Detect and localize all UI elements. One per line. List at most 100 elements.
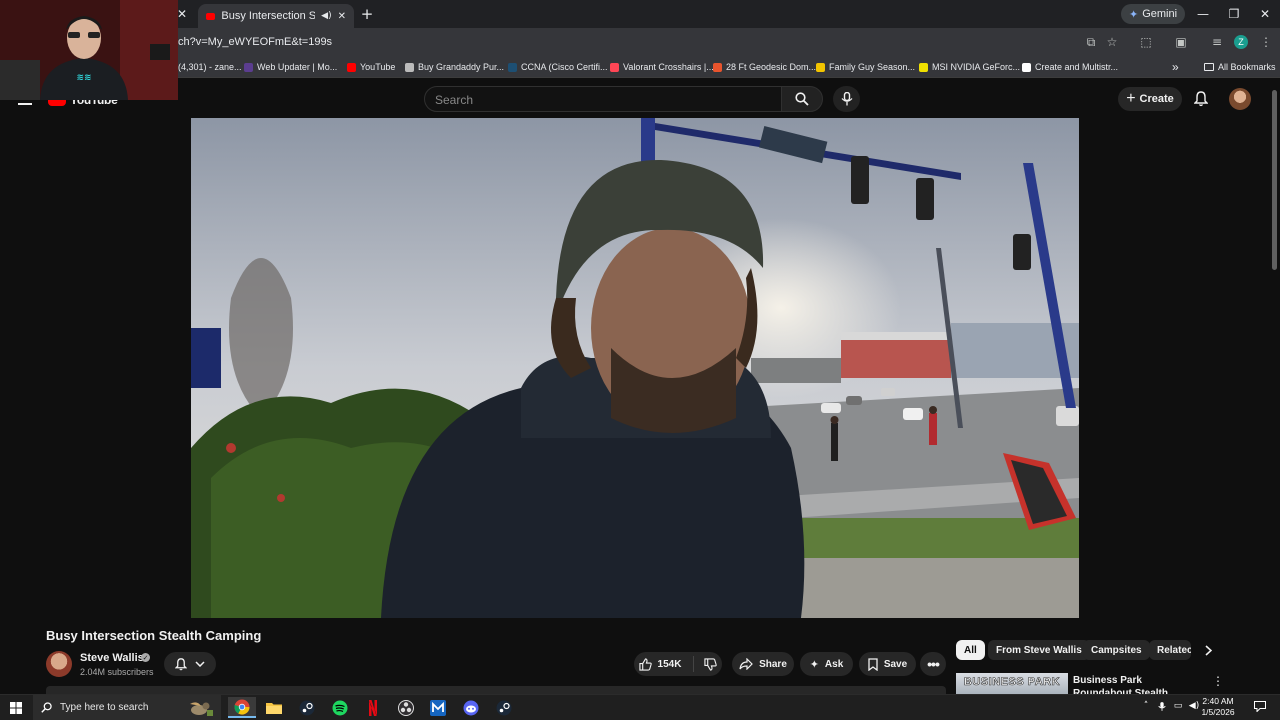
bookmark-item[interactable]: Family Guy Season... bbox=[816, 59, 915, 75]
gemini-button[interactable]: ✦ Gemini bbox=[1121, 4, 1186, 24]
bookmark-item[interactable]: Create and Multistr... bbox=[1022, 59, 1118, 75]
subscriber-count: 2.04M subscribers bbox=[80, 667, 154, 677]
new-tab-button[interactable]: + bbox=[352, 4, 382, 24]
thumbs-down-icon bbox=[704, 657, 718, 671]
address-bar[interactable]: ch?v=My_eWYEOFmE&t=199s bbox=[178, 36, 332, 48]
bookmark-label: MSI NVIDIA GeForc... bbox=[932, 62, 1021, 72]
microphone-icon bbox=[1158, 701, 1166, 711]
bookmark-item[interactable]: 28 Ft Geodesic Dom... bbox=[713, 59, 816, 75]
like-count: 154K bbox=[657, 658, 682, 670]
chevron-down-icon bbox=[195, 661, 205, 667]
bookmark-item[interactable]: (4,301) - zane... bbox=[178, 59, 242, 75]
taskbar-steam-icon[interactable] bbox=[293, 697, 321, 718]
side-panel-icon[interactable]: ▣ bbox=[1172, 33, 1190, 51]
video-player[interactable] bbox=[191, 118, 1079, 618]
tab-close-button-icon[interactable]: ✕ bbox=[338, 11, 346, 22]
taskbar-netflix-icon[interactable] bbox=[359, 697, 387, 718]
close-window-icon[interactable]: ✕ bbox=[1250, 4, 1280, 24]
taskbar-discord-icon[interactable] bbox=[457, 697, 485, 718]
network-tray-icon[interactable]: ▭ bbox=[1172, 700, 1184, 712]
bookmark-item[interactable]: MSI NVIDIA GeForc... bbox=[919, 59, 1020, 75]
recommended-video-title[interactable]: Business Park Roundabout Stealth Camping bbox=[1073, 674, 1203, 694]
bookmark-label: CCNA (Cisco Certifi... bbox=[521, 62, 608, 72]
tray-overflow-icon[interactable]: ˄ bbox=[1140, 700, 1152, 712]
voice-search-button[interactable] bbox=[833, 86, 860, 112]
chip-from-channel[interactable]: From Steve Wallis bbox=[988, 640, 1090, 660]
bookmark-item[interactable]: YouTube bbox=[347, 59, 395, 75]
recommended-more-icon[interactable]: ⋮ bbox=[1211, 674, 1225, 688]
install-app-icon[interactable]: ⧉ bbox=[1082, 33, 1100, 51]
save-label: Save bbox=[883, 658, 908, 670]
chip-related[interactable]: Relatec bbox=[1149, 640, 1191, 660]
taskbar-app-m-icon[interactable] bbox=[424, 697, 452, 718]
bookmark-label: Web Updater | Mo... bbox=[257, 62, 338, 72]
account-avatar[interactable] bbox=[1229, 88, 1251, 110]
bookmark-star-icon[interactable]: ☆ bbox=[1103, 33, 1121, 51]
bell-icon bbox=[175, 657, 187, 670]
channel-avatar[interactable] bbox=[46, 651, 72, 677]
notifications-button[interactable] bbox=[1190, 88, 1212, 110]
profile-avatar[interactable]: Z bbox=[1234, 35, 1248, 49]
browser-tab-active[interactable]: Busy Intersection Stealth Ca ◀) ✕ bbox=[198, 4, 354, 28]
description-box[interactable] bbox=[46, 686, 946, 694]
chips-next-button[interactable] bbox=[1198, 640, 1218, 660]
dislike-button[interactable] bbox=[700, 657, 718, 671]
bookmark-item[interactable]: Web Updater | Mo... bbox=[244, 59, 337, 75]
search-input[interactable]: Search bbox=[424, 86, 782, 112]
restore-window-icon[interactable]: ❐ bbox=[1219, 4, 1249, 24]
folder-icon bbox=[266, 703, 282, 714]
browser-menu-icon[interactable]: ⋮ bbox=[1257, 33, 1275, 51]
taskbar-steam-icon-2[interactable] bbox=[490, 697, 518, 718]
save-button[interactable]: Save bbox=[859, 652, 916, 676]
bell-icon bbox=[1194, 91, 1208, 107]
subscription-notifications-button[interactable] bbox=[164, 652, 216, 676]
search-button[interactable] bbox=[781, 86, 823, 112]
search-icon bbox=[41, 702, 52, 713]
bookmark-item[interactable]: CCNA (Cisco Certifi... bbox=[508, 59, 608, 75]
bookmarks-overflow-label: » bbox=[1172, 60, 1179, 74]
taskbar-chrome-icon[interactable] bbox=[228, 697, 256, 718]
create-button[interactable]: + Create bbox=[1118, 87, 1182, 111]
tab-audio-icon[interactable]: ◀) bbox=[321, 11, 331, 21]
recommended-video-thumbnail[interactable]: BUSINESS PARK bbox=[956, 673, 1068, 695]
share-label: Share bbox=[759, 658, 787, 670]
taskbar-obs-icon[interactable] bbox=[392, 697, 420, 718]
taskbar-file-explorer-icon[interactable] bbox=[260, 697, 288, 718]
all-bookmarks-button[interactable]: All Bookmarks bbox=[1204, 59, 1276, 75]
chip-campsites[interactable]: Campsites bbox=[1083, 640, 1150, 660]
extensions-icon[interactable]: ⬚ bbox=[1137, 33, 1155, 51]
microphone-icon bbox=[841, 92, 852, 106]
like-button[interactable]: 154K bbox=[638, 656, 695, 672]
clock-date: 1/5/2026 bbox=[1201, 707, 1235, 717]
create-label: Create bbox=[1139, 93, 1174, 105]
webcam-person-illustration: ≋≋ bbox=[0, 0, 178, 100]
notification-center-icon[interactable] bbox=[1253, 700, 1267, 712]
video-title: Busy Intersection Stealth Camping bbox=[46, 628, 262, 643]
gemini-sparkle-icon: ✦ bbox=[1129, 7, 1139, 21]
page-scrollbar[interactable] bbox=[1272, 90, 1277, 270]
channel-name[interactable]: Steve Wallis bbox=[80, 652, 144, 664]
taskbar-spotify-icon[interactable] bbox=[326, 697, 354, 718]
search-highlight-bird-icon[interactable] bbox=[186, 697, 216, 718]
minimize-window-icon[interactable]: — bbox=[1188, 4, 1218, 24]
bird-illustration bbox=[190, 701, 213, 716]
web-updater-favicon-icon bbox=[244, 62, 253, 72]
taskbar-search-placeholder: Type here to search bbox=[60, 702, 149, 713]
bookmark-item[interactable]: Valorant Crosshairs |... bbox=[610, 59, 714, 75]
thumbs-up-icon bbox=[638, 657, 652, 671]
chip-all[interactable]: All bbox=[956, 640, 985, 660]
more-actions-icon[interactable]: ••• bbox=[920, 652, 946, 676]
youtube-favicon-icon bbox=[206, 12, 216, 20]
bookmark-item[interactable]: Buy Grandaddy Pur... bbox=[405, 59, 504, 75]
share-icon bbox=[739, 658, 753, 670]
bookmarks-overflow-button[interactable]: » bbox=[1172, 59, 1179, 75]
share-button[interactable]: Share bbox=[732, 652, 794, 676]
bookmark-label: YouTube bbox=[360, 62, 396, 72]
browser-tab-strip bbox=[0, 0, 1280, 28]
chrome-icon bbox=[234, 699, 250, 715]
media-controls-icon[interactable]: ≡ bbox=[1208, 33, 1226, 51]
microphone-tray-icon[interactable] bbox=[1156, 700, 1168, 712]
ask-button[interactable]: ✦ Ask bbox=[800, 652, 853, 676]
start-button[interactable] bbox=[0, 695, 32, 720]
taskbar-clock[interactable]: 2:40 AM 1/5/2026 bbox=[1198, 696, 1238, 718]
